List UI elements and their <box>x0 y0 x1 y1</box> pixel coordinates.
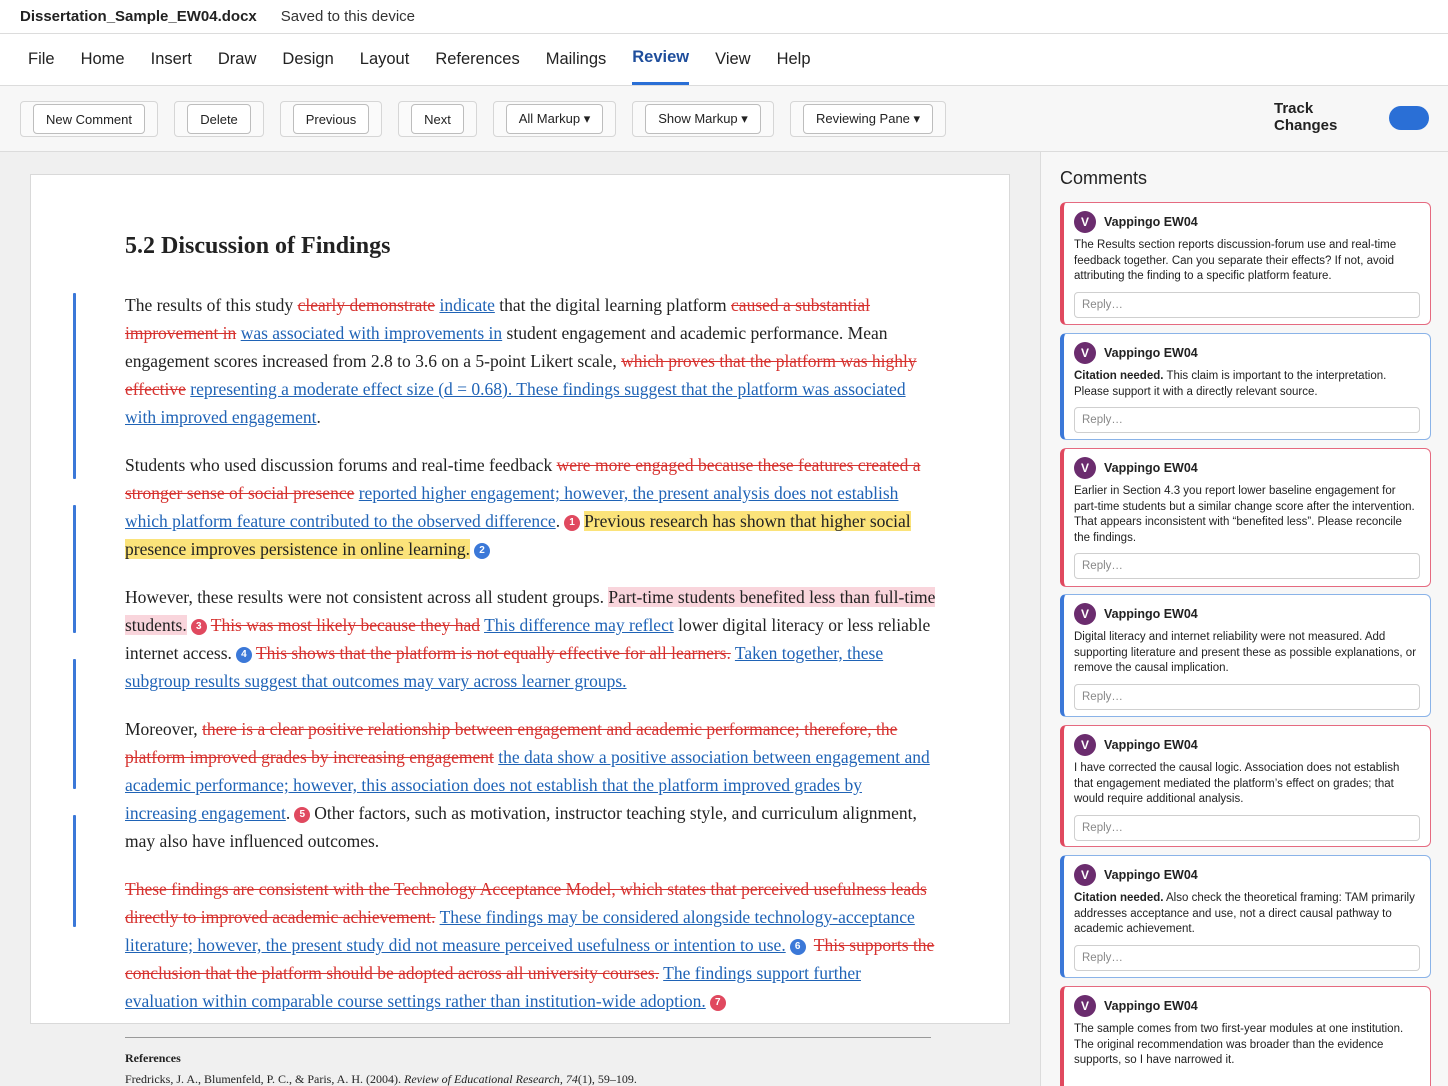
avatar: V <box>1074 603 1096 625</box>
section-heading: 5.2 Discussion of Findings <box>125 233 391 259</box>
tab-design[interactable]: Design <box>269 34 346 85</box>
reply-input[interactable] <box>1074 553 1420 579</box>
comment-author: Vappingo EW04 <box>1104 999 1198 1013</box>
comments-title: Comments <box>1060 168 1148 188</box>
deletion[interactable]: clearly demonstrate <box>298 295 436 315</box>
paragraph-1[interactable]: The results of this study clearly demons… <box>125 291 937 431</box>
tab-insert[interactable]: Insert <box>138 34 205 85</box>
reference-entry: Fredricks, J. A., Blumenfeld, P. C., & P… <box>125 1072 637 1086</box>
tab-references[interactable]: References <box>422 34 532 85</box>
change-bar <box>73 815 76 927</box>
insertion[interactable]: representing a moderate effect size (d =… <box>125 379 906 427</box>
references-section: References Fredricks, J. A., Blumenfeld,… <box>125 1037 931 1086</box>
comment-marker-6[interactable]: 6 <box>789 939 806 955</box>
reply-input[interactable] <box>1074 814 1420 841</box>
comment-author: Vappingo EW04 <box>1104 868 1198 882</box>
tab-view[interactable]: View <box>702 34 763 85</box>
tab-mailings[interactable]: Mailings <box>533 34 620 85</box>
ribbon-group-reviewing-pane: Reviewing Pane ▾ <box>790 101 946 137</box>
comments-pane: Comments V Vappingo EW04 The Results sect… <box>1040 152 1448 1086</box>
comment-marker-5[interactable]: 5 <box>294 807 311 823</box>
tab-layout[interactable]: Layout <box>347 34 423 85</box>
tab-review[interactable]: Review <box>619 34 702 85</box>
menu-bar: File Home Insert Draw Design Layout Refe… <box>0 34 1448 86</box>
comment-author: Vappingo EW04 <box>1104 215 1198 229</box>
avatar: V <box>1074 342 1096 364</box>
document-page[interactable]: 5.2 Discussion of Findings The results o… <box>30 174 1010 1024</box>
change-bar <box>73 659 76 789</box>
paragraph-4[interactable]: Moreover, there is a clear positive rela… <box>125 715 937 855</box>
comment-card-3[interactable]: V Vappingo EW04 Earlier in Section 4.3 yo… <box>1060 448 1431 587</box>
comment-text: I have corrected the causal logic. Assoc… <box>1074 762 1400 805</box>
comment-author: Vappingo EW04 <box>1104 607 1198 621</box>
review-ribbon: New Comment Delete Previous Next All Mar… <box>0 86 1448 152</box>
references-title: References <box>125 1051 181 1065</box>
deletion[interactable]: This was most likely because they had <box>211 615 480 635</box>
comment-marker-2[interactable]: 2 <box>474 543 491 559</box>
show-markup-dropdown[interactable]: Show Markup ▾ <box>645 104 761 134</box>
deletion[interactable]: This shows that the platform is not equa… <box>256 643 731 663</box>
comment-card-7[interactable]: V Vappingo EW04 The sample comes from two… <box>1060 986 1431 1086</box>
save-status: Saved to this device <box>280 8 416 25</box>
paragraph-2[interactable]: Students who used discussion forums and … <box>125 451 937 563</box>
comment-text: Digital literacy and internet reliabilit… <box>1074 631 1417 674</box>
comment-text: The sample comes from two first-year mod… <box>1074 1023 1404 1066</box>
next-comment-button[interactable]: Next <box>411 104 464 134</box>
delete-comment-button[interactable]: Delete <box>187 104 251 134</box>
tab-help[interactable]: Help <box>764 34 824 85</box>
comment-card-5[interactable]: V Vappingo EW04 I have corrected the caus… <box>1060 725 1431 847</box>
ribbon-group-previous: Previous <box>280 101 382 137</box>
new-comment-button[interactable]: New Comment <box>33 104 145 134</box>
paragraph-3[interactable]: However, these results were not consiste… <box>125 583 937 695</box>
comment-author: Vappingo EW04 <box>1104 738 1198 752</box>
reply-input[interactable] <box>1074 291 1420 318</box>
tab-file[interactable]: File <box>15 34 68 85</box>
title-bar: Dissertation_Sample_EW04.docx Saved to t… <box>0 0 1448 34</box>
comment-card-4[interactable]: V Vappingo EW04 Digital literacy and inte… <box>1060 594 1431 717</box>
reply-input[interactable] <box>1074 944 1420 971</box>
ribbon-group-all-markup: All Markup ▾ <box>493 101 616 137</box>
ribbon-group-delete: Delete <box>174 101 264 137</box>
insertion[interactable]: indicate <box>439 295 494 315</box>
reply-input[interactable] <box>1074 683 1420 710</box>
comment-marker-3[interactable]: 3 <box>190 619 207 635</box>
ribbon-group-show-markup: Show Markup ▾ <box>632 101 774 137</box>
insertion[interactable]: This difference may reflect <box>484 615 674 635</box>
avatar: V <box>1074 457 1096 479</box>
reply-input[interactable] <box>1074 407 1420 433</box>
comment-marker-7[interactable]: 7 <box>709 995 726 1011</box>
track-changes-label: Track Changes <box>1274 100 1338 134</box>
toggle-knob <box>1389 106 1429 130</box>
ribbon-group-new-comment: New Comment <box>20 101 158 137</box>
reviewing-pane-dropdown[interactable]: Reviewing Pane ▾ <box>803 104 933 134</box>
tab-draw[interactable]: Draw <box>205 34 270 85</box>
document-name: Dissertation_Sample_EW04.docx <box>20 8 257 25</box>
comment-text: Citation needed. This claim is important… <box>1074 370 1387 398</box>
previous-comment-button[interactable]: Previous <box>293 104 369 134</box>
comment-card-1[interactable]: V Vappingo EW04 The Results section repor… <box>1060 202 1431 325</box>
avatar: V <box>1074 211 1096 233</box>
comment-marker-1[interactable]: 1 <box>564 515 581 531</box>
comment-text: The Results section reports discussion-f… <box>1074 239 1397 282</box>
paragraph-5[interactable]: These findings are consistent with the T… <box>125 875 937 1015</box>
change-bar <box>73 293 76 479</box>
avatar: V <box>1074 864 1096 886</box>
comment-text: Citation needed. Also check the theoreti… <box>1074 892 1415 935</box>
document-body[interactable]: 5.2 Discussion of Findings The results o… <box>125 231 937 1035</box>
tab-home[interactable]: Home <box>68 34 138 85</box>
comment-card-6[interactable]: V Vappingo EW04 Citation needed. Also che… <box>1060 855 1431 978</box>
ribbon-group-next: Next <box>398 101 477 137</box>
all-markup-dropdown[interactable]: All Markup ▾ <box>506 104 603 134</box>
comment-text: Earlier in Section 4.3 you report lower … <box>1074 485 1415 544</box>
track-changes-toggle[interactable] <box>1369 105 1429 131</box>
avatar: V <box>1074 995 1096 1017</box>
document-area[interactable]: 5.2 Discussion of Findings The results o… <box>0 152 1040 1086</box>
avatar: V <box>1074 734 1096 756</box>
comment-card-2[interactable]: V Vappingo EW04 Citation needed. This cla… <box>1060 333 1431 440</box>
comment-marker-4[interactable]: 4 <box>235 647 252 663</box>
insertion[interactable]: was associated with improvements in <box>241 323 502 343</box>
comment-author: Vappingo EW04 <box>1104 461 1198 475</box>
comment-author: Vappingo EW04 <box>1104 346 1198 360</box>
change-bar <box>73 505 76 633</box>
